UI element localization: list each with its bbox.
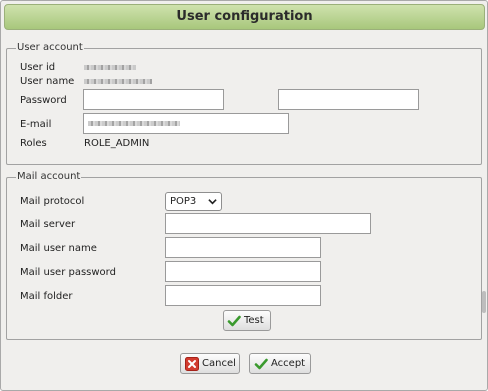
password-label: Password [20, 95, 67, 106]
mail-user-password-label: Mail user password [20, 267, 116, 278]
user-configuration-dialog: User configuration User account User id … [0, 0, 488, 391]
user-account-legend: User account [16, 42, 84, 54]
dialog-titlebar[interactable]: User configuration [4, 4, 485, 30]
mail-folder-field[interactable] [165, 285, 321, 306]
user-name-label: User name [20, 76, 75, 87]
password-confirm-field[interactable] [278, 89, 419, 110]
mail-account-legend: Mail account [16, 171, 82, 183]
email-label: E-mail [20, 119, 52, 130]
check-icon [254, 358, 268, 370]
user-id-value [84, 65, 136, 70]
mail-protocol-label: Mail protocol [20, 196, 85, 207]
accept-button-label: Accept [271, 358, 306, 369]
test-button[interactable]: Test [223, 310, 271, 331]
check-icon [227, 315, 241, 327]
mail-server-field[interactable] [165, 213, 371, 234]
mail-protocol-select[interactable]: POP3 [165, 192, 222, 211]
password-field[interactable] [83, 89, 224, 110]
cancel-icon [185, 357, 199, 371]
mail-server-label: Mail server [20, 219, 76, 230]
dialog-title: User configuration [176, 9, 313, 24]
email-field[interactable] [83, 113, 289, 134]
mail-protocol-value: POP3 [170, 196, 197, 207]
mail-user-name-label: Mail user name [20, 243, 97, 254]
mail-user-name-field[interactable] [165, 237, 321, 258]
email-value [88, 121, 180, 126]
user-name-value [84, 79, 152, 84]
scrollbar-thumb[interactable] [482, 291, 486, 313]
mail-user-password-field[interactable] [165, 261, 321, 282]
chevron-down-icon [208, 199, 217, 205]
accept-button[interactable]: Accept [249, 353, 311, 374]
roles-value: ROLE_ADMIN [84, 138, 150, 149]
mail-folder-label: Mail folder [20, 291, 73, 302]
cancel-button[interactable]: Cancel [180, 353, 240, 374]
test-button-label: Test [244, 315, 264, 326]
roles-label: Roles [20, 138, 47, 149]
user-id-label: User id [20, 62, 56, 73]
cancel-button-label: Cancel [202, 358, 236, 369]
